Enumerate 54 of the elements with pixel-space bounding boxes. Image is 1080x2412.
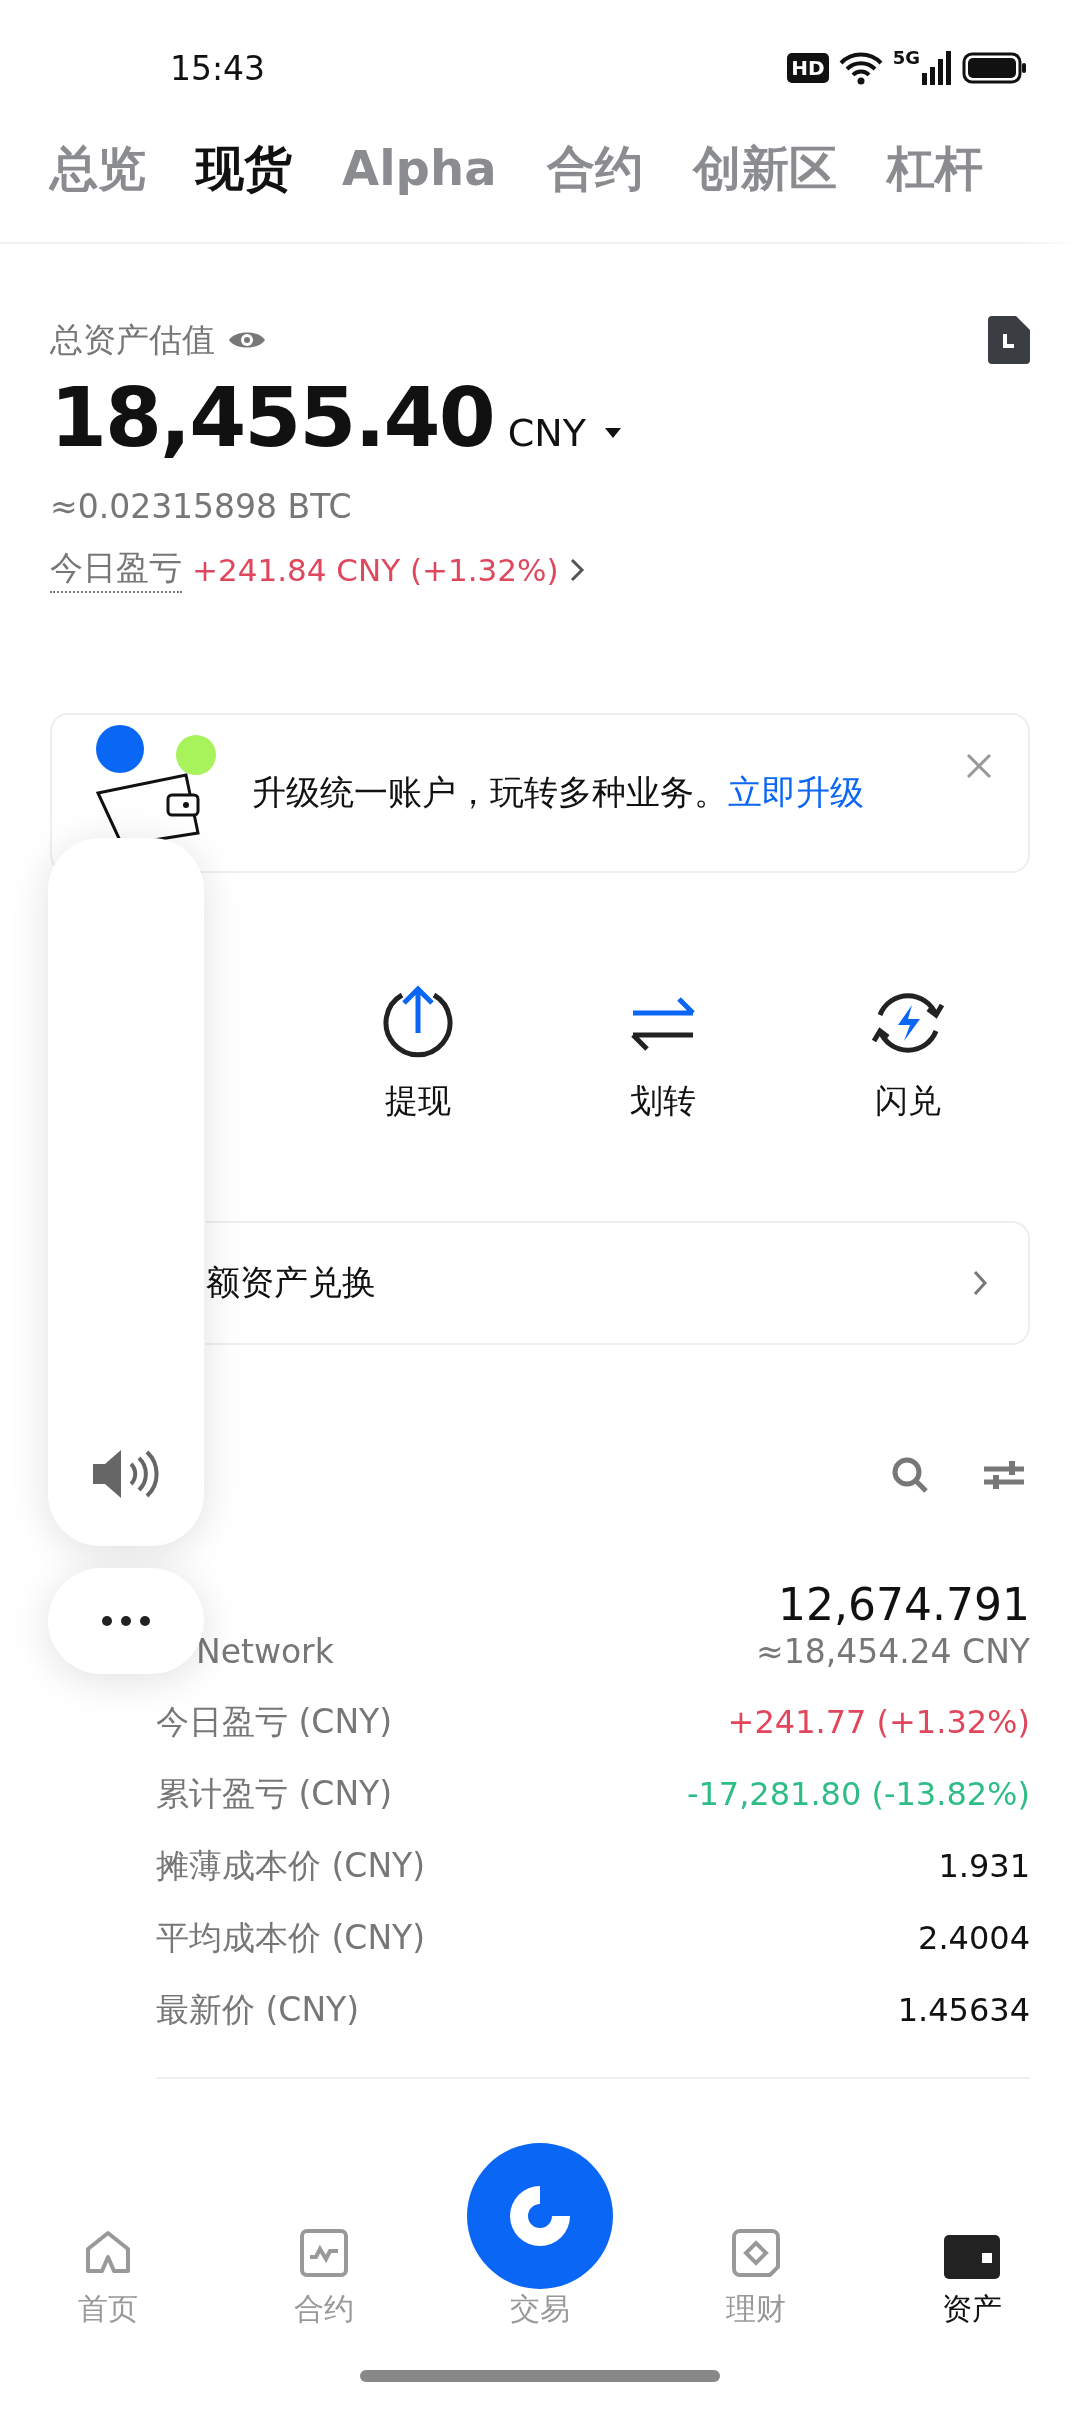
network-label: 5G <box>892 47 920 68</box>
nav-tab[interactable]: 合约 <box>216 2227 432 2330</box>
detail-label: 摊薄成本价 (CNY) <box>156 1844 426 1887</box>
detail-label: 最新价 (CNY) <box>156 1988 360 2031</box>
search-icon[interactable] <box>890 1455 930 1495</box>
nav-tab[interactable]: 首页 <box>0 2227 216 2330</box>
btc-equivalent: ≈0.02315898 BTC <box>50 487 352 526</box>
tab[interactable]: Alpha <box>342 136 497 200</box>
status-time: 15:43 <box>170 48 266 88</box>
battery-icon <box>962 52 1028 84</box>
currency-selector[interactable]: CNY <box>507 411 622 455</box>
tab[interactable]: 创新区 <box>692 136 837 200</box>
chevron-icon[interactable] <box>568 556 585 583</box>
detail-label: 平均成本价 (CNY) <box>156 1916 426 1959</box>
tab[interactable]: 总览 <box>50 136 146 200</box>
wallet-icon[interactable] <box>944 2235 1000 2279</box>
history-icon[interactable] <box>988 316 1030 364</box>
nav-tab[interactable]: 交易 <box>432 2143 648 2330</box>
upgrade-link[interactable]: 立即升级 <box>728 772 864 812</box>
detail-value: +241.77 (+1.32%) <box>727 1703 1030 1741</box>
chevron-icon[interactable] <box>972 1269 988 1297</box>
detail-value: 1.45634 <box>897 1991 1030 2029</box>
action-button[interactable]: 提现 <box>295 985 540 1185</box>
caret-icon[interactable] <box>603 427 622 439</box>
pnl-value[interactable]: +241.84 CNY (+1.32%) <box>192 551 559 588</box>
diamond-icon[interactable] <box>730 2227 782 2279</box>
asset-name: Network <box>196 1632 334 1671</box>
detail-label: 今日盈亏 (CNY) <box>156 1700 393 1743</box>
tab[interactable]: 合约 <box>546 136 643 200</box>
hd-badge: HD <box>787 53 829 83</box>
nav-tab[interactable]: 理财 <box>648 2227 864 2330</box>
asset-amount: 12,674.791 <box>778 1579 1030 1630</box>
chart-icon[interactable] <box>298 2227 350 2279</box>
close-icon[interactable] <box>966 753 992 779</box>
convert-row[interactable]: 额资产兑换 <box>206 1221 1030 1345</box>
tab[interactable]: 现货 <box>196 136 292 200</box>
action-button[interactable]: 划转 <box>540 985 785 1185</box>
signal-icon <box>922 51 952 85</box>
wifi-icon <box>838 51 883 85</box>
more-icon[interactable] <box>101 1615 151 1627</box>
detail-label: 累计盈亏 (CNY) <box>156 1772 393 1815</box>
tab[interactable]: 杠杆 <box>886 136 983 200</box>
trade-logo-icon[interactable] <box>467 2143 613 2289</box>
total-assets-label: 总资产估值 <box>50 318 215 361</box>
speaker-icon[interactable] <box>91 1448 161 1500</box>
asset-value: ≈18,454.24 CNY <box>756 1632 1030 1671</box>
nav-tab[interactable]: 资产 <box>864 2235 1080 2330</box>
banner-text: 升级统一账户，玩转多种业务。立即升级 <box>252 771 864 814</box>
pnl-label: 今日盈亏 <box>50 546 182 593</box>
total-balance: 18,455.40 <box>50 370 494 465</box>
detail-value: 1.931 <box>938 1847 1030 1885</box>
detail-value: -17,281.80 (-13.82%) <box>686 1775 1030 1813</box>
detail-value: 2.4004 <box>918 1919 1030 1957</box>
action-button[interactable]: 闪兑 <box>785 985 1030 1185</box>
